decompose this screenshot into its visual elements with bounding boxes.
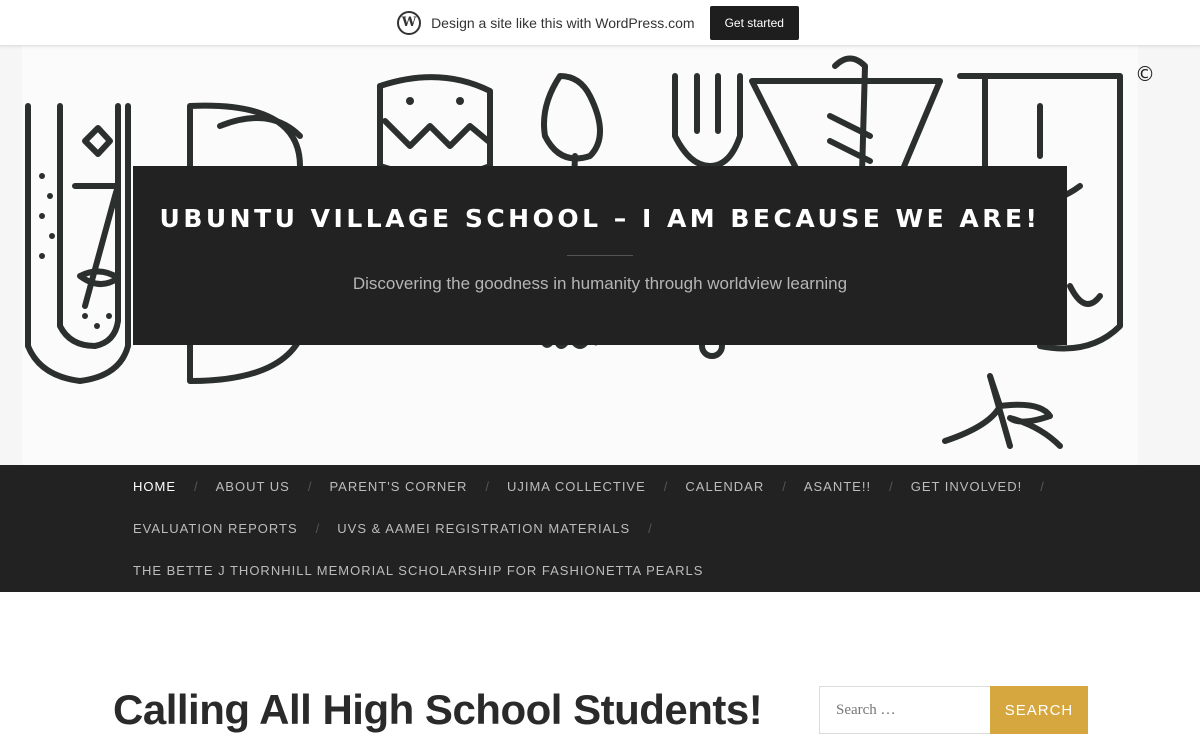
search-input[interactable] (819, 686, 990, 734)
nav-item-get-involved[interactable]: GET INVOLVED! (911, 479, 1023, 494)
nav-item-registration-materials[interactable]: UVS & AAMEI REGISTRATION MATERIALS (337, 521, 630, 536)
nav-item-ujima-collective[interactable]: UJIMA COLLECTIVE (507, 479, 646, 494)
nav-item-asante[interactable]: ASANTE!! (804, 479, 871, 494)
nav-separator: / (782, 478, 786, 494)
nav-item-home[interactable]: HOME (133, 479, 176, 494)
nav-separator: / (889, 478, 893, 494)
wordpress-promo-text[interactable]: Design a site like this with WordPress.c… (431, 15, 695, 31)
nav-row: THE BETTE J THORNHILL MEMORIAL SCHOLARSH… (133, 549, 1067, 591)
nav-separator: / (663, 478, 668, 494)
site-title[interactable]: UBUNTU VILLAGE SCHOOL – I AM BECAUSE WE … (133, 204, 1067, 233)
search-form: Search (819, 686, 1088, 734)
nav-separator: / (307, 478, 312, 494)
search-button[interactable]: Search (990, 686, 1088, 734)
nav-row: EVALUATION REPORTS / UVS & AAMEI REGISTR… (133, 507, 1067, 549)
nav-item-scholarship[interactable]: THE BETTE J THORNHILL MEMORIAL SCHOLARSH… (133, 563, 703, 578)
nav-separator: / (194, 478, 198, 494)
site-description: Discovering the goodness in humanity thr… (352, 274, 848, 293)
nav-item-calendar[interactable]: CALENDAR (685, 479, 764, 494)
get-started-button[interactable]: Get started (709, 5, 799, 40)
nav-separator: / (315, 520, 320, 536)
nav-separator: / (648, 520, 652, 536)
wordpress-logo-icon[interactable]: W (397, 10, 422, 35)
nav-item-parents-corner[interactable]: PARENT'S CORNER (329, 479, 467, 494)
nav-separator: / (1040, 478, 1044, 494)
title-divider (567, 255, 633, 256)
nav-item-about-us[interactable]: ABOUT US (216, 479, 290, 494)
wordpress-promo-bar: W Design a site like this with WordPress… (0, 0, 1200, 46)
nav-separator: / (485, 478, 489, 494)
nav-row: HOME / ABOUT US / PARENT'S CORNER / UJIM… (133, 465, 1067, 507)
site-branding: UBUNTU VILLAGE SCHOOL – I AM BECAUSE WE … (133, 166, 1067, 345)
nav-item-evaluation-reports[interactable]: EVALUATION REPORTS (133, 521, 298, 536)
main-navigation: HOME / ABOUT US / PARENT'S CORNER / UJIM… (0, 465, 1200, 592)
post-title[interactable]: Calling All High School Students! (113, 686, 763, 734)
copyright-icon: © (1135, 62, 1155, 86)
